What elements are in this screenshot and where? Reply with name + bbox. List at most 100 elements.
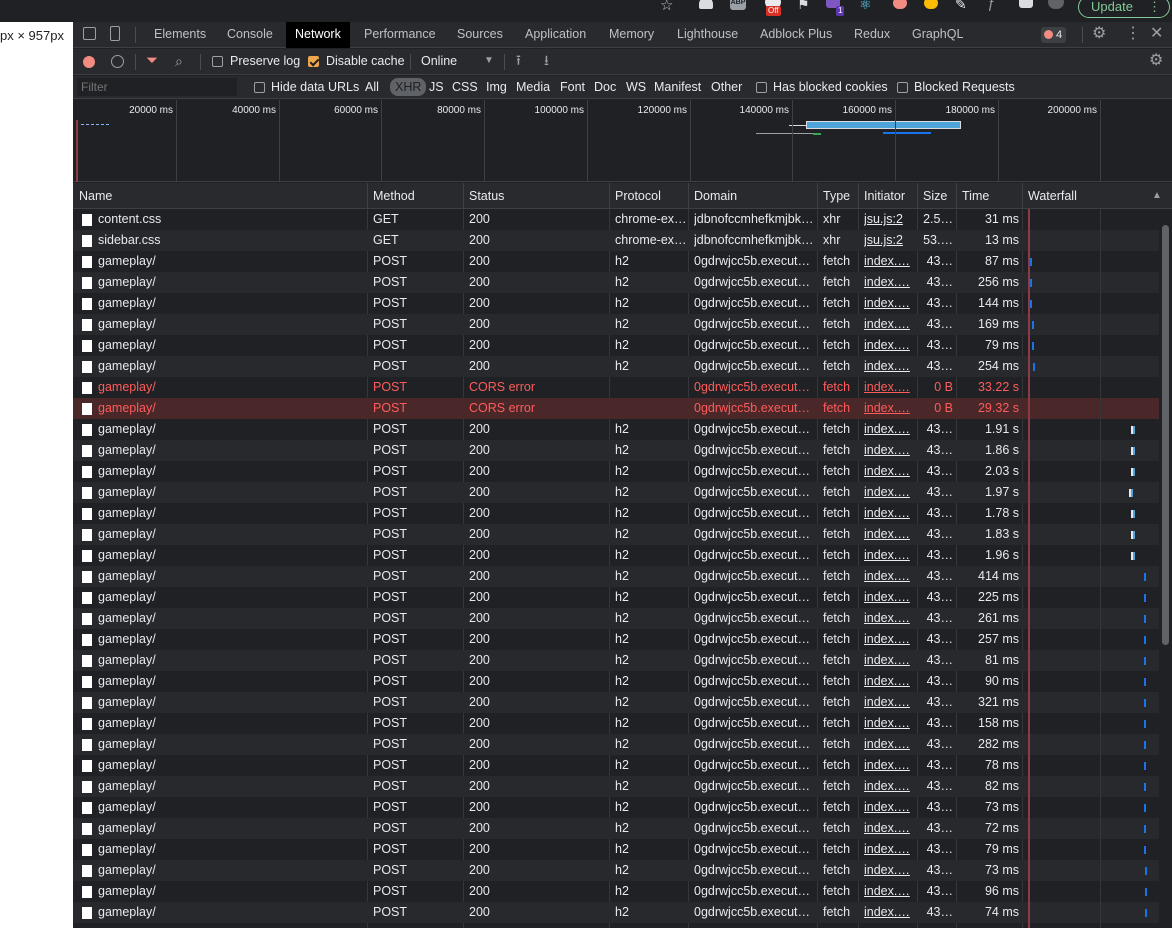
sort-ascending-icon[interactable]: ▲ (1152, 188, 1162, 204)
table-row[interactable]: gameplay/POST 200 h2 0gdrwjcc5b.execut… fetc… (73, 566, 1172, 587)
device-toolbar-icon[interactable] (110, 26, 120, 41)
table-row[interactable]: gameplay/POST 200 h2 0gdrwjcc5b.execut… fetc… (73, 251, 1172, 272)
column-header-time[interactable]: Time (956, 183, 989, 209)
table-row[interactable]: gameplay/POST 200 h2 0gdrwjcc5b.execut… fetc… (73, 293, 1172, 314)
table-row[interactable]: gameplay/POST 200 h2 0gdrwjcc5b.execut… fetc… (73, 692, 1172, 713)
more-options-icon[interactable]: ⋮ (1125, 26, 1141, 42)
tab-elements[interactable]: Elements (154, 22, 206, 48)
request-initiator[interactable]: index.… (864, 272, 914, 293)
type-filter-other[interactable]: Other (711, 80, 742, 94)
table-row[interactable]: gameplay/POST 200 h2 0gdrwjcc5b.execut… fetc… (73, 734, 1172, 755)
throttling-select[interactable]: Online (421, 54, 457, 68)
request-initiator[interactable]: index.… (864, 860, 914, 881)
import-har-icon[interactable]: ⭱ (516, 52, 521, 68)
blocked-requests-checkbox[interactable] (897, 82, 908, 93)
adblock-icon[interactable]: ABP (730, 0, 746, 10)
type-filter-ws[interactable]: WS (626, 80, 646, 94)
network-settings-gear-icon[interactable]: ⚙ (1149, 53, 1163, 69)
extension-cloud-icon[interactable] (699, 0, 713, 9)
request-initiator[interactable]: index.… (864, 692, 914, 713)
type-filter-css[interactable]: CSS (452, 80, 478, 94)
request-initiator[interactable]: index.… (864, 734, 914, 755)
tab-lighthouse[interactable]: Lighthouse (677, 22, 738, 48)
error-count-badge[interactable]: 4 (1041, 27, 1067, 43)
request-list-scrollbar[interactable] (1159, 209, 1172, 928)
table-row[interactable]: gameplay/POST 200 h2 0gdrwjcc5b.execut… fetc… (73, 713, 1172, 734)
table-row[interactable]: gameplay/POST 200 h2 0gdrwjcc5b.execut… fetc… (73, 629, 1172, 650)
extension-fx-icon[interactable]: ƒ (987, 0, 995, 11)
request-initiator[interactable]: index.… (864, 755, 914, 776)
table-row[interactable]: gameplay/POST 200 h2 0gdrwjcc5b.execut… fetc… (73, 587, 1172, 608)
table-row[interactable]: gameplay/POST 200 h2 0gdrwjcc5b.execut… fetc… (73, 440, 1172, 461)
table-row[interactable]: gameplay/POST 200 h2 0gdrwjcc5b.execut… fetc… (73, 776, 1172, 797)
tab-console[interactable]: Console (227, 22, 273, 48)
type-filter-manifest[interactable]: Manifest (654, 80, 701, 94)
table-row[interactable]: gameplay/POST CORS error 0gdrwjcc5b.execut… (73, 398, 1172, 419)
bookmark-star-icon[interactable]: ☆ (660, 0, 673, 14)
tab-performance[interactable]: Performance (364, 22, 436, 48)
request-initiator[interactable]: index.… (864, 818, 914, 839)
tab-sources[interactable]: Sources (457, 22, 503, 48)
extension-pen-icon[interactable]: ✎ (955, 0, 967, 13)
table-row[interactable]: gameplay/POST CORS error 0gdrwjcc5b.execut… (73, 377, 1172, 398)
request-initiator[interactable]: index.… (864, 251, 914, 272)
request-initiator[interactable]: jsu.js:2 (864, 230, 914, 251)
column-header-protocol[interactable]: Protocol (609, 183, 661, 209)
request-initiator[interactable]: index.… (864, 713, 914, 734)
type-filter-xhr[interactable]: XHR (390, 78, 427, 96)
request-initiator[interactable]: index.… (864, 566, 914, 587)
table-row[interactable]: gameplay/POST 200 h2 0gdrwjcc5b.execut… fetc… (73, 335, 1172, 356)
request-initiator[interactable]: index.… (864, 629, 914, 650)
column-header-initiator[interactable]: Initiator (858, 183, 905, 209)
extensions-puzzle-icon[interactable] (1019, 0, 1033, 8)
request-initiator[interactable]: index.… (864, 608, 914, 629)
request-initiator[interactable]: index.… (864, 587, 914, 608)
table-row[interactable]: gameplay/POST 200 h2 0gdrwjcc5b.execut… fetc… (73, 419, 1172, 440)
type-filter-js[interactable]: JS (429, 80, 444, 94)
table-row[interactable]: gameplay/POST 200 h2 0gdrwjcc5b.execut… fetc… (73, 902, 1172, 923)
request-initiator[interactable]: index.… (864, 902, 914, 923)
close-devtools-icon[interactable]: ✕ (1150, 26, 1163, 42)
request-initiator[interactable]: index.… (864, 839, 914, 860)
request-initiator[interactable]: index.… (864, 461, 914, 482)
table-row[interactable]: content.css GET 200 chrome-ex… jdbnofccmhefk… (73, 209, 1172, 230)
inspect-element-icon[interactable] (83, 27, 96, 40)
request-initiator[interactable]: jsu.js:2 (864, 209, 914, 230)
request-initiator[interactable]: index.… (864, 482, 914, 503)
request-initiator[interactable]: index.… (864, 881, 914, 902)
table-row[interactable]: gameplay/POST 200 h2 0gdrwjcc5b.execut… fetc… (73, 272, 1172, 293)
table-row[interactable]: gameplay/POST 200 h2 0gdrwjcc5b.execut… fetc… (73, 314, 1172, 335)
table-row[interactable]: gameplay/POST 200 h2 0gdrwjcc5b.execut… fetc… (73, 608, 1172, 629)
column-header-method[interactable]: Method (367, 183, 415, 209)
scrollbar-thumb[interactable] (1162, 225, 1169, 645)
request-initiator[interactable]: index.… (864, 524, 914, 545)
tab-application[interactable]: Application (525, 22, 586, 48)
request-initiator[interactable]: index.… (864, 503, 914, 524)
request-initiator[interactable]: index.… (864, 671, 914, 692)
column-header-domain[interactable]: Domain (688, 183, 737, 209)
type-filter-font[interactable]: Font (560, 80, 585, 94)
request-initiator[interactable]: index.… (864, 398, 914, 419)
type-filter-doc[interactable]: Doc (594, 80, 616, 94)
export-har-icon[interactable]: ⭳ (544, 52, 549, 68)
network-overview-timeline[interactable]: 20000 ms 40000 ms 60000 ms 80000 ms 100000 m… (73, 100, 1172, 182)
column-header-size[interactable]: Size (917, 183, 947, 209)
react-devtools-icon[interactable]: ⚛ (859, 0, 872, 13)
request-initiator[interactable]: index.… (864, 377, 914, 398)
tab-adblock-plus[interactable]: Adblock Plus (760, 22, 832, 48)
tab-graphql[interactable]: GraphQL (912, 22, 963, 48)
request-initiator[interactable]: index.… (864, 335, 914, 356)
table-row[interactable]: gameplay/POST 200 h2 0gdrwjcc5b.execut… fetc… (73, 545, 1172, 566)
request-initiator[interactable]: index.… (864, 314, 914, 335)
request-initiator[interactable]: index.… (864, 545, 914, 566)
bookmark-icon[interactable]: ⚑ (797, 0, 810, 13)
table-row[interactable]: gameplay/POST 200 h2 0gdrwjcc5b.execut… fetc… (73, 482, 1172, 503)
table-row[interactable]: gameplay/POST 200 h2 0gdrwjcc5b.execut… fetc… (73, 860, 1172, 881)
update-button[interactable]: Update ⋮ (1078, 0, 1170, 18)
request-initiator[interactable]: index.… (864, 797, 914, 818)
table-row[interactable]: gameplay/POST 200 h2 0gdrwjcc5b.execut… fetc… (73, 650, 1172, 671)
request-initiator[interactable]: index.… (864, 293, 914, 314)
search-icon[interactable]: ⌕ (175, 53, 183, 69)
type-filter-img[interactable]: Img (486, 80, 507, 94)
column-header-name[interactable]: Name (73, 183, 112, 209)
